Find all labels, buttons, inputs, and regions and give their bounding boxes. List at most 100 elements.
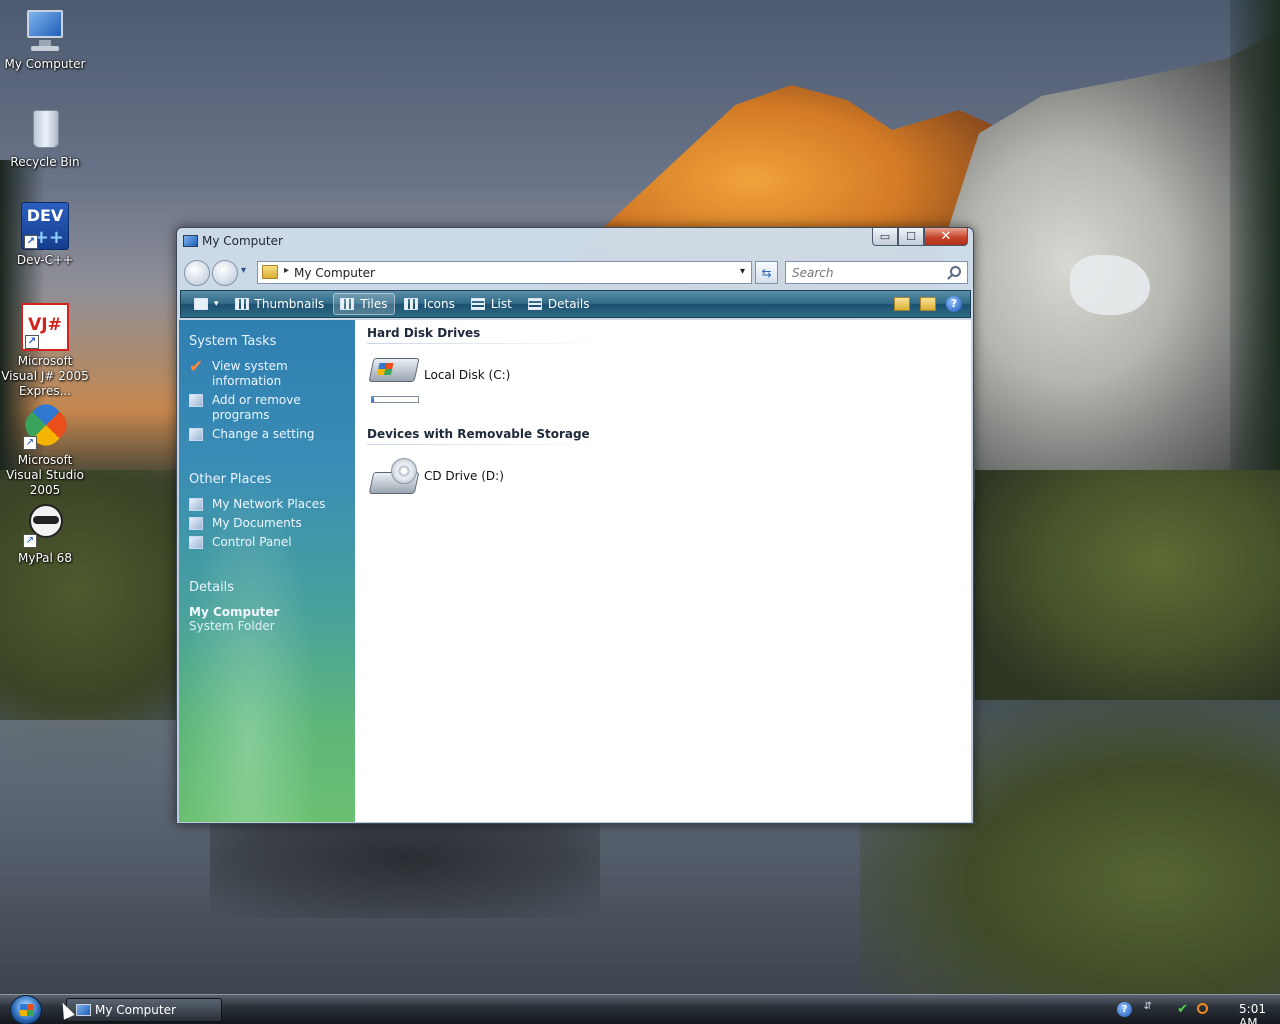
views-menu-button[interactable]: ▾: [187, 293, 226, 315]
desktop-icon-mypal[interactable]: ↗ MyPal 68: [0, 500, 90, 566]
view-list-button[interactable]: List: [464, 293, 519, 315]
minimize-button[interactable]: ▭: [872, 228, 898, 246]
control-panel-icon: [189, 536, 203, 549]
new-folder-icon[interactable]: [894, 297, 910, 311]
system-tasks-heading[interactable]: System Tasks: [189, 334, 355, 349]
chevron-down-icon: ▾: [214, 299, 219, 309]
visual-jsharp-icon: VJ# ↗: [21, 303, 69, 351]
desktop-icon-label: Microsoft Visual J# 2005 Expres...: [1, 354, 89, 398]
button-label: Thumbnails: [254, 297, 325, 311]
view-details-button[interactable]: Details: [521, 293, 597, 315]
checkmark-icon: ✔: [189, 357, 204, 377]
desktop-icon-recycle-bin[interactable]: Recycle Bin: [0, 104, 90, 170]
task-add-remove-programs[interactable]: Add or remove programs: [189, 393, 355, 423]
sync-icon[interactable]: ⇵: [1144, 1001, 1152, 1012]
desktop-icon-label: MyPal 68: [18, 551, 72, 565]
drive-cd-d[interactable]: CD Drive (D:): [368, 458, 569, 508]
window-controls: ▭ ☐ ✕: [872, 228, 968, 246]
back-button[interactable]: [184, 260, 210, 286]
command-bar: ▾ Thumbnails Tiles Icons List Details ?: [180, 290, 971, 318]
dev-cpp-glyph: DEV: [26, 206, 64, 225]
address-dropdown-icon[interactable]: ▾: [740, 266, 745, 277]
desktop-icon-dev-cpp[interactable]: DEV ++ ↗ Dev-C++: [0, 202, 90, 268]
help-icon[interactable]: ?: [1117, 1002, 1132, 1017]
window-titlebar[interactable]: My Computer ▭ ☐ ✕: [177, 228, 973, 256]
details-icon: [527, 298, 542, 310]
address-bar[interactable]: ▸ My Computer ▾: [257, 261, 752, 284]
button-label: Icons: [423, 297, 455, 311]
place-label: My Documents: [212, 516, 302, 530]
windows-logo-icon: [20, 1004, 34, 1016]
cd-disc-icon: [391, 458, 417, 484]
drive-local-disk-c[interactable]: Local Disk (C:): [368, 358, 569, 408]
view-tiles-button[interactable]: Tiles: [333, 293, 395, 315]
details-heading[interactable]: Details: [189, 580, 355, 595]
icons-view-icon: [403, 298, 418, 310]
thumbnails-icon: [234, 298, 249, 310]
place-control-panel[interactable]: Control Panel: [189, 535, 355, 550]
computer-icon: [183, 235, 198, 247]
wallpaper-meadow-right: [975, 470, 1280, 700]
help-icon[interactable]: ?: [946, 296, 962, 312]
taskbar-button-label: My Computer: [95, 1003, 176, 1017]
group-heading-hard-disk-drives[interactable]: Hard Disk Drives: [367, 326, 480, 340]
maximize-button[interactable]: ☐: [898, 228, 924, 246]
taskbar-button-my-computer[interactable]: My Computer: [66, 998, 222, 1022]
button-label: Tiles: [360, 297, 388, 311]
place-my-documents[interactable]: My Documents: [189, 516, 355, 531]
desktop-icon-my-computer[interactable]: My Computer: [0, 6, 90, 72]
button-label: Details: [547, 297, 590, 311]
search-input[interactable]: Search: [785, 261, 968, 284]
computer-icon: [76, 1004, 91, 1016]
start-button[interactable]: [10, 995, 42, 1024]
recycle-bin-icon: [21, 104, 69, 152]
clock[interactable]: 5:01 AM: [1239, 1002, 1266, 1024]
wallpaper-trees-right: [1230, 0, 1280, 480]
documents-icon: [189, 517, 203, 530]
task-pane: System Tasks ✔ View system information A…: [179, 320, 355, 822]
desktop-icon-label: Recycle Bin: [10, 155, 80, 169]
place-label: My Network Places: [212, 497, 326, 511]
details-name: My Computer: [189, 605, 280, 619]
tiles-icon: [340, 298, 355, 310]
desktop-icon-visual-jsharp[interactable]: VJ# ↗ Microsoft Visual J# 2005 Expres...: [0, 303, 90, 399]
dev-cpp-icon: DEV ++ ↗: [21, 202, 69, 250]
task-label: View system information: [212, 359, 288, 388]
folder-options-icon[interactable]: [920, 297, 936, 311]
desktop-icon-visual-studio[interactable]: ↗ Microsoft Visual Studio 2005: [0, 398, 90, 498]
shortcut-arrow-icon: ↗: [24, 235, 38, 249]
search-icon[interactable]: [1197, 1003, 1208, 1014]
views-icon: [194, 298, 208, 310]
group-heading-removable-storage[interactable]: Devices with Removable Storage: [367, 427, 590, 441]
desktop-icon-label: My Computer: [4, 57, 86, 71]
settings-icon: [189, 428, 203, 441]
task-view-system-information[interactable]: ✔ View system information: [189, 359, 355, 389]
refresh-button[interactable]: ⇆: [755, 261, 778, 284]
place-label: Control Panel: [212, 535, 292, 549]
group-divider: [367, 444, 607, 445]
drive-label: CD Drive (D:): [424, 469, 504, 483]
forward-button[interactable]: [212, 260, 238, 286]
taskbar: My Computer ? ⇵ ✔ 5:01 AM: [0, 994, 1280, 1024]
search-placeholder: Search: [792, 266, 834, 280]
network-status-icon[interactable]: ✔: [1177, 1002, 1188, 1017]
desktop-icon-label: Microsoft Visual Studio 2005: [6, 453, 84, 497]
view-thumbnails-button[interactable]: Thumbnails: [228, 293, 332, 315]
view-icons-button[interactable]: Icons: [397, 293, 462, 315]
breadcrumb-chevron-icon[interactable]: ▸: [284, 265, 289, 276]
explorer-window[interactable]: My Computer ▭ ☐ ✕ ▾ ▸ My Computer ▾ ⇆ Se…: [176, 227, 974, 824]
programs-icon: [189, 394, 203, 407]
place-my-network-places[interactable]: My Network Places: [189, 497, 355, 512]
file-view[interactable]: Hard Disk Drives Local Disk (C:) Devices…: [355, 320, 971, 822]
recent-pages-dropdown-icon[interactable]: ▾: [241, 265, 246, 276]
task-label: Add or remove programs: [212, 393, 301, 422]
desktop-icon-label: Dev-C++: [16, 253, 74, 267]
breadcrumb[interactable]: My Computer: [294, 266, 375, 280]
close-button[interactable]: ✕: [924, 228, 968, 246]
shortcut-arrow-icon: ↗: [25, 335, 39, 349]
task-change-setting[interactable]: Change a setting: [189, 427, 355, 442]
other-places-heading[interactable]: Other Places: [189, 472, 355, 487]
list-icon: [470, 298, 485, 310]
shortcut-arrow-icon: ↗: [23, 534, 37, 548]
search-icon[interactable]: [950, 266, 961, 277]
